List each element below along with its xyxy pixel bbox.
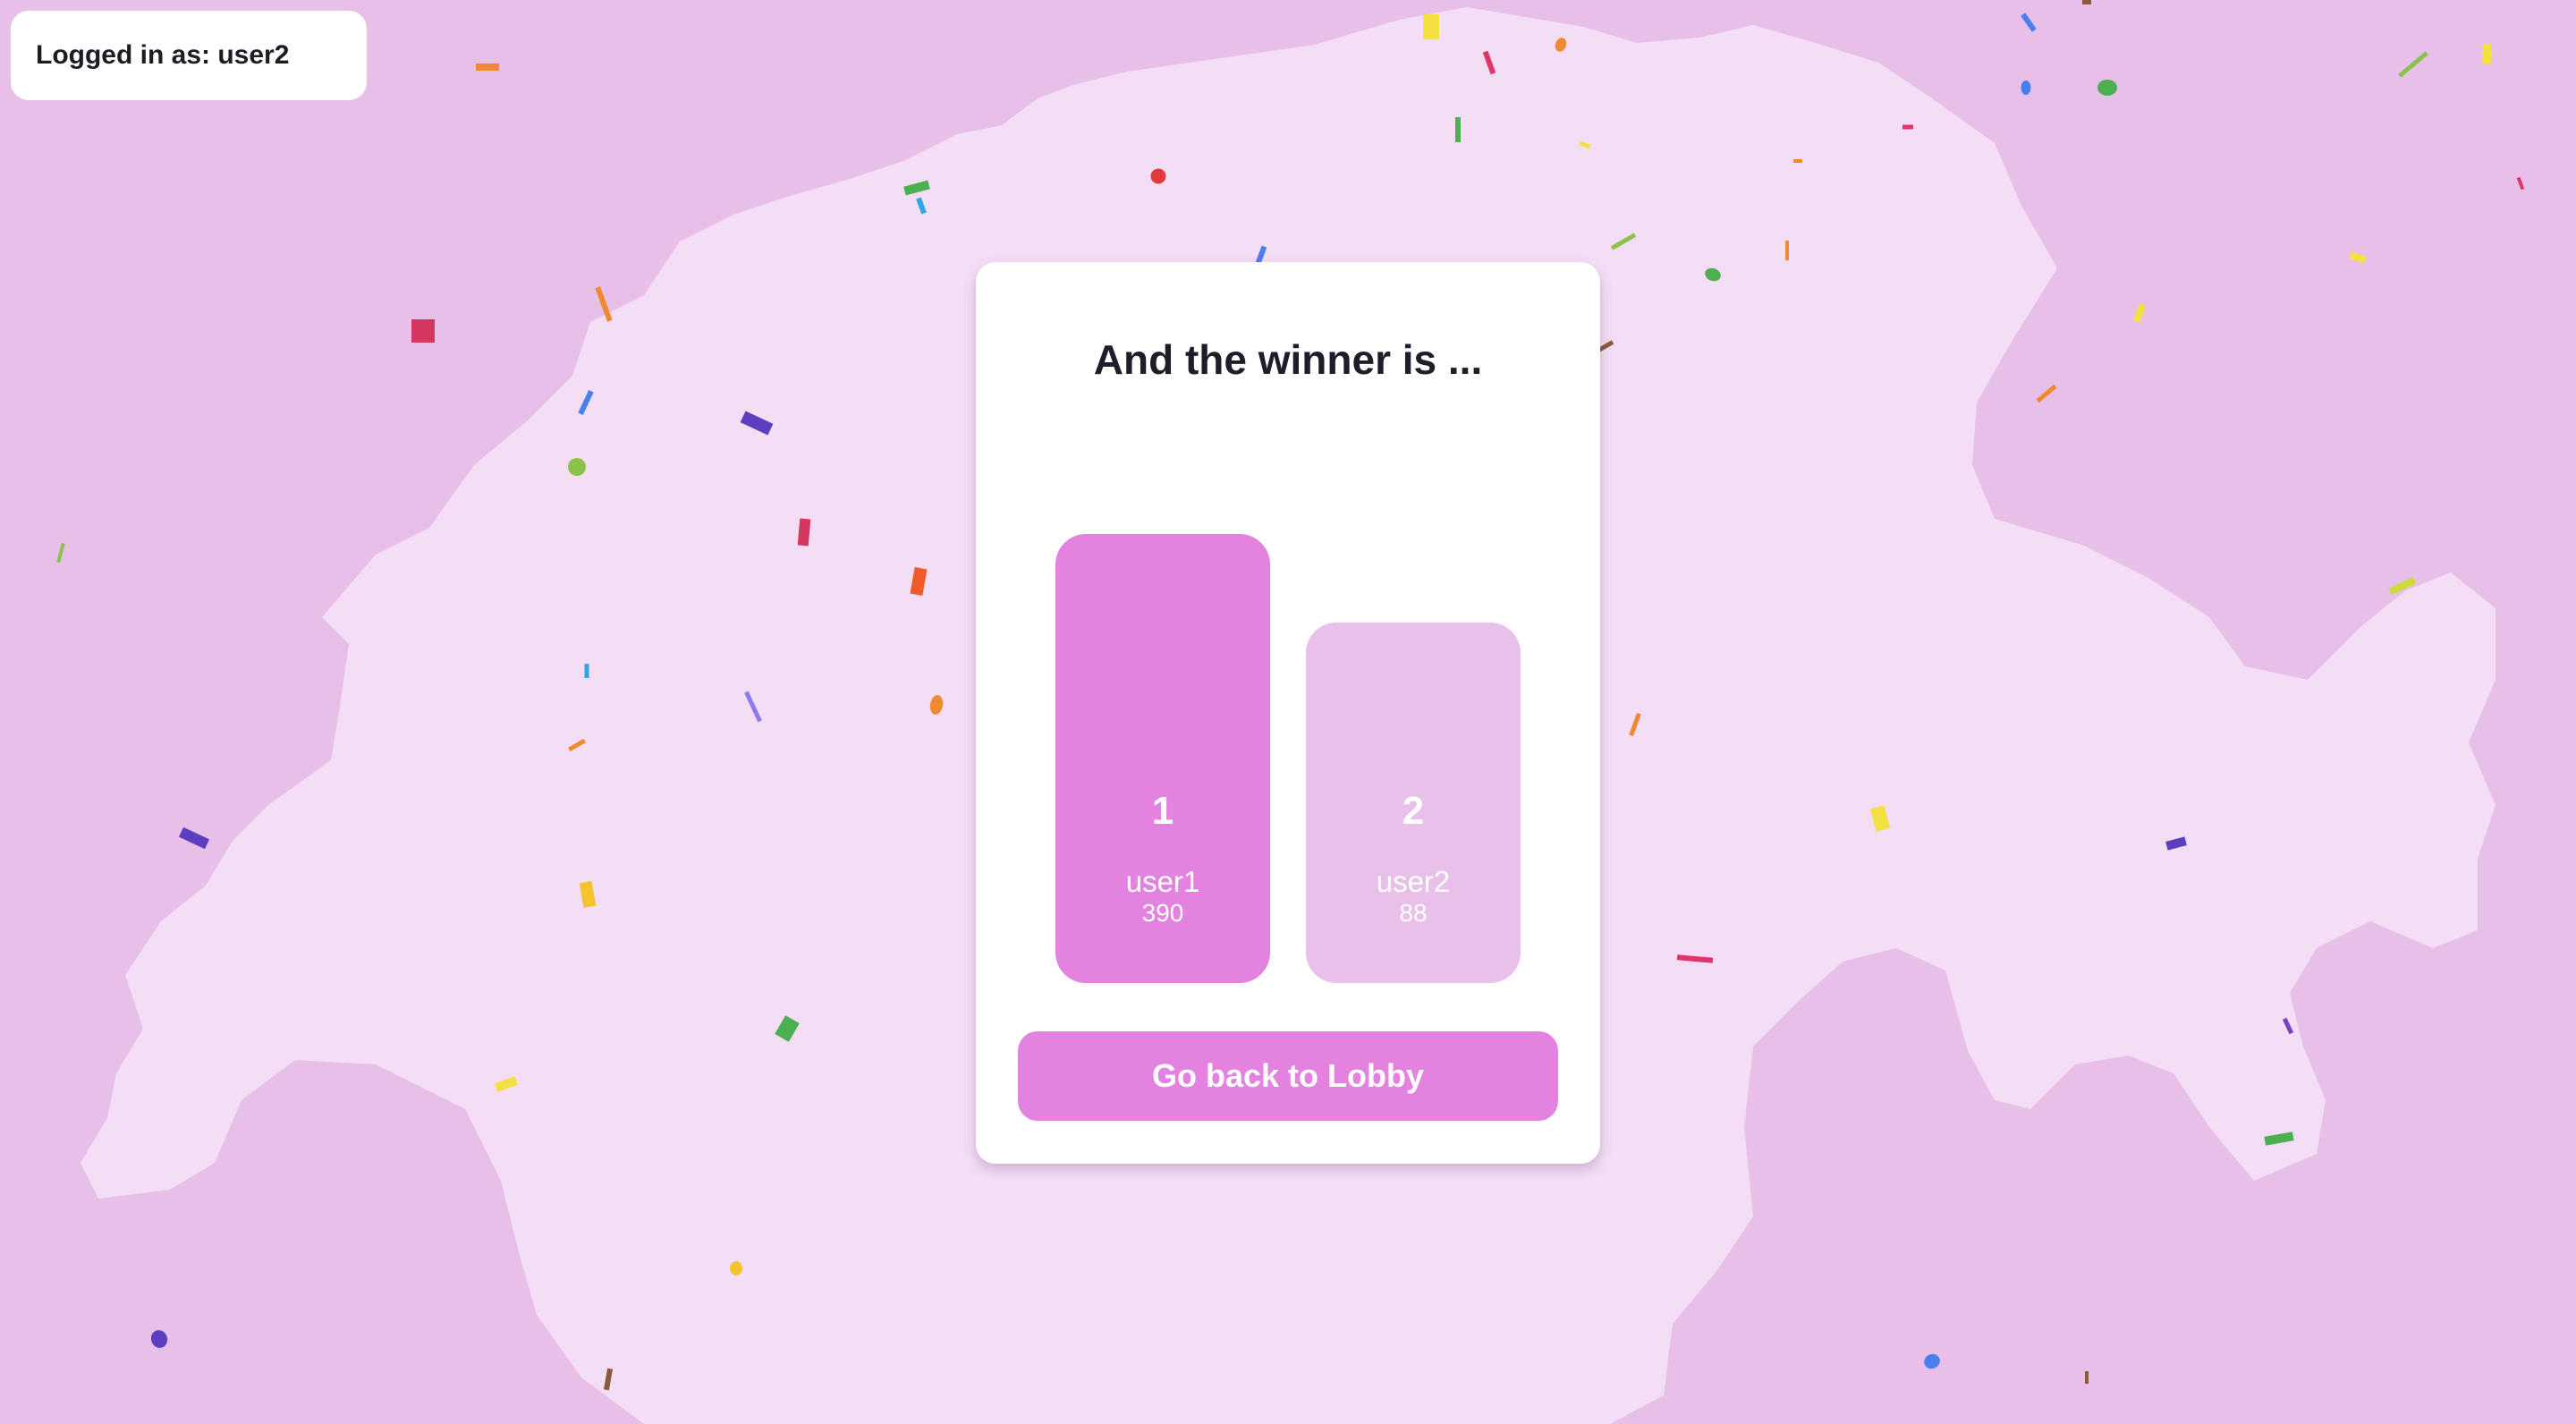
login-status-text: Logged in as: user2	[36, 40, 290, 70]
podium-player-score: 390	[1141, 899, 1184, 927]
podium-first-place: 1 user1 390	[1055, 534, 1270, 983]
podium-player-score: 88	[1399, 899, 1428, 927]
back-to-lobby-button[interactable]: Go back to Lobby	[1018, 1031, 1558, 1121]
login-status-badge: Logged in as: user2	[11, 11, 367, 100]
podium-rank: 1	[1151, 789, 1174, 833]
podium-player-name: user1	[1125, 865, 1200, 898]
results-title: And the winner is ...	[1093, 336, 1483, 383]
podium-second-place: 2 user2 88	[1306, 623, 1521, 983]
podium-player-name: user2	[1376, 865, 1451, 898]
podium-rank: 2	[1402, 789, 1425, 833]
results-card: And the winner is ... 1 user1 390 2 user…	[976, 262, 1600, 1164]
